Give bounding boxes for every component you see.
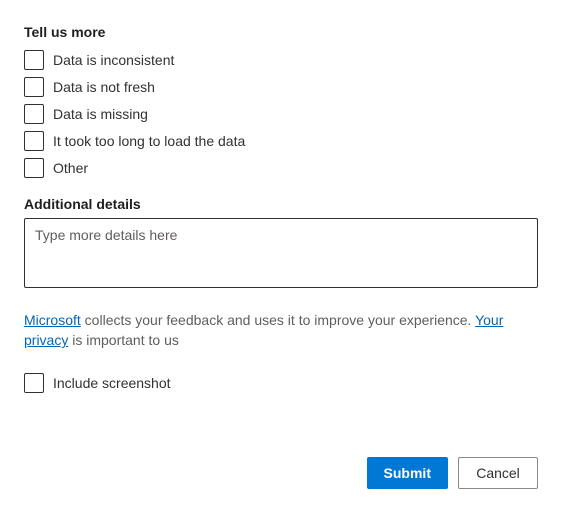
- cancel-button[interactable]: Cancel: [458, 457, 538, 489]
- privacy-text-2: is important to us: [68, 332, 179, 348]
- privacy-text-1: collects your feedback and uses it to im…: [81, 312, 475, 328]
- checkbox-icon: [24, 50, 44, 70]
- microsoft-link[interactable]: Microsoft: [24, 312, 81, 328]
- checkbox-icon: [24, 158, 44, 178]
- submit-button[interactable]: Submit: [367, 457, 448, 489]
- option-data-missing[interactable]: Data is missing: [24, 104, 538, 124]
- option-data-inconsistent[interactable]: Data is inconsistent: [24, 50, 538, 70]
- feedback-options-group: Data is inconsistent Data is not fresh D…: [24, 50, 538, 178]
- include-screenshot-label: Include screenshot: [53, 375, 171, 391]
- checkbox-icon: [24, 77, 44, 97]
- privacy-notice: Microsoft collects your feedback and use…: [24, 310, 538, 351]
- feedback-panel: Tell us more Data is inconsistent Data i…: [0, 0, 562, 509]
- include-screenshot-option[interactable]: Include screenshot: [24, 373, 538, 393]
- option-other[interactable]: Other: [24, 158, 538, 178]
- option-data-not-fresh[interactable]: Data is not fresh: [24, 77, 538, 97]
- checkbox-icon: [24, 104, 44, 124]
- checkbox-icon: [24, 373, 44, 393]
- option-label: It took too long to load the data: [53, 133, 245, 149]
- additional-details-input[interactable]: [24, 218, 538, 288]
- tell-us-more-heading: Tell us more: [24, 24, 538, 40]
- additional-details-heading: Additional details: [24, 196, 538, 212]
- dialog-footer: Submit Cancel: [24, 437, 538, 489]
- option-label: Other: [53, 160, 88, 176]
- option-label: Data is missing: [53, 106, 148, 122]
- option-label: Data is not fresh: [53, 79, 155, 95]
- option-too-long[interactable]: It took too long to load the data: [24, 131, 538, 151]
- option-label: Data is inconsistent: [53, 52, 174, 68]
- checkbox-icon: [24, 131, 44, 151]
